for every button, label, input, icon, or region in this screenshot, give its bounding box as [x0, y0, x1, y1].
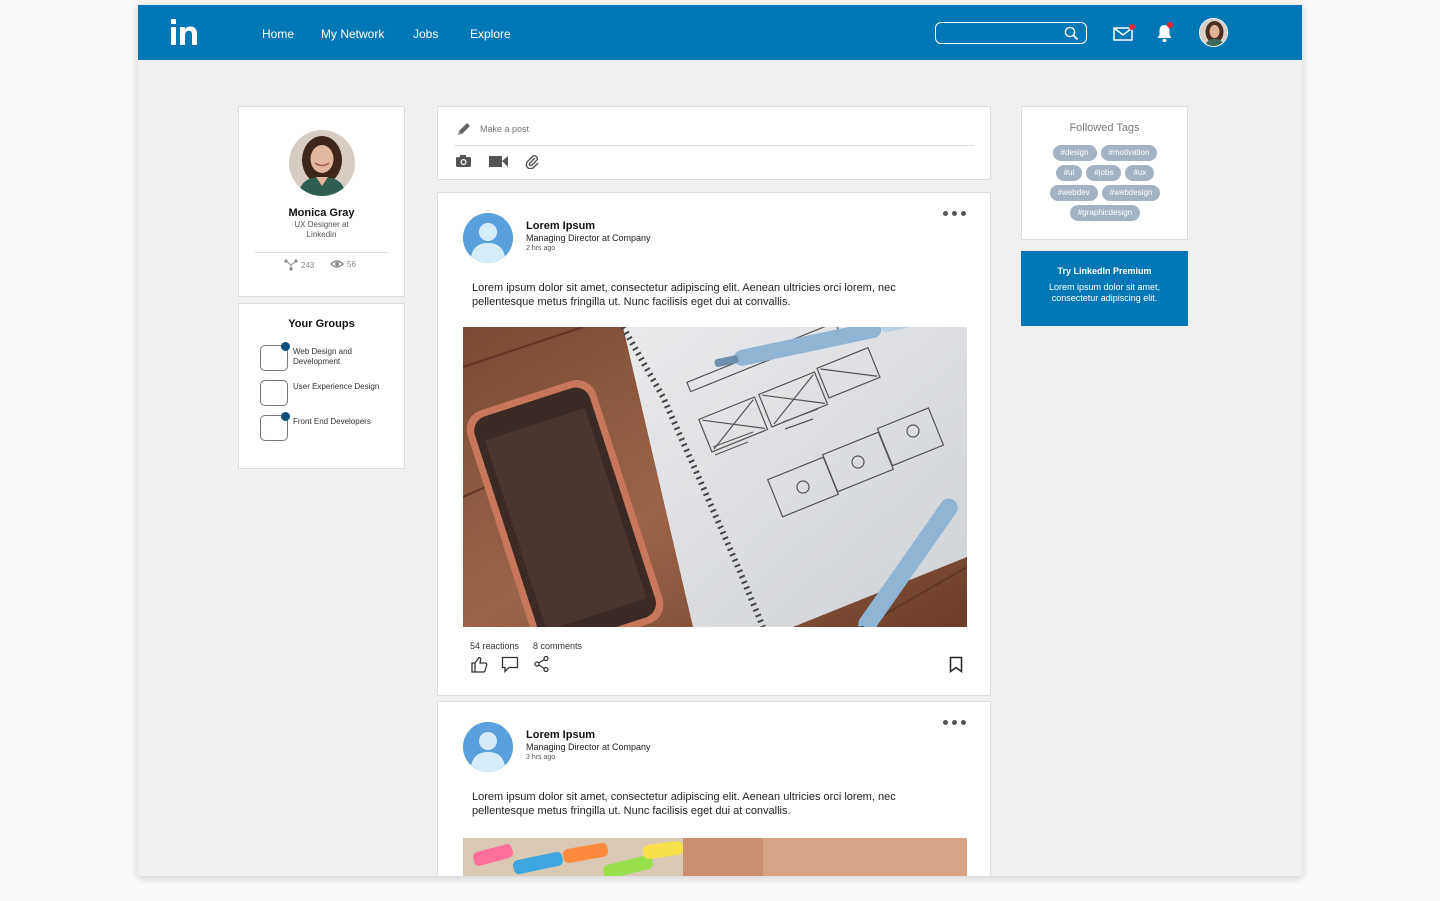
profile-avatar[interactable] [289, 130, 355, 196]
tag-list: #design #motivation #ui #jobs #ux #webde… [1040, 145, 1170, 221]
more-options-icon[interactable] [943, 720, 969, 728]
groups-card: Your Groups Web Design and Development U… [238, 303, 405, 469]
author-name[interactable]: Lorem Ipsum [526, 729, 595, 741]
linkedin-logo[interactable] [169, 16, 199, 48]
profile-role: UX Designer at Linkedin [294, 220, 349, 239]
connections-stat[interactable]: 243 [284, 259, 314, 271]
tag-chip[interactable]: #design [1052, 145, 1097, 161]
tag-chip[interactable]: #webdev [1049, 185, 1098, 201]
more-options-icon[interactable] [943, 211, 969, 219]
premium-text: Lorem ipsum dolor sit amet, consectetur … [1048, 282, 1161, 303]
markers-photo [463, 838, 967, 876]
messages-badge [1129, 24, 1135, 30]
post-time: 2 hrs ago [526, 245, 556, 252]
comments-count[interactable]: 8 comments [533, 641, 582, 651]
make-post-input[interactable]: Make a post [480, 124, 529, 134]
notifications-badge [1167, 22, 1173, 28]
eye-icon [330, 260, 344, 268]
post-body: Lorem ipsum dolor sit amet, consectetur … [472, 791, 896, 817]
premium-title: Try LinkedIn Premium [1057, 266, 1152, 276]
profile-divider [255, 252, 389, 253]
messages-button[interactable] [1113, 24, 1135, 42]
composer-divider [454, 145, 974, 146]
groups-title: Your Groups [288, 318, 355, 330]
feed-post: Lorem Ipsum Managing Director at Company… [437, 701, 991, 876]
notifications-button[interactable] [1156, 22, 1176, 44]
followed-tags-title: Followed Tags [1069, 122, 1140, 134]
top-navigation-bar: Home My Network Jobs Explore [138, 5, 1302, 60]
author-avatar[interactable] [463, 213, 513, 263]
comment-icon[interactable] [501, 656, 519, 673]
post-image[interactable] [463, 327, 967, 627]
camera-icon[interactable] [455, 154, 472, 168]
connections-count: 243 [301, 260, 315, 270]
views-stat[interactable]: 56 [330, 259, 356, 269]
post-time: 3 hrs ago [526, 754, 556, 761]
tag-chip[interactable]: #graphicdesign [1069, 205, 1141, 221]
share-icon[interactable] [534, 656, 549, 672]
profile-name: Monica Gray [288, 207, 355, 219]
tag-chip[interactable]: #jobs [1086, 165, 1122, 181]
like-icon[interactable] [471, 656, 488, 673]
profile-photo [289, 130, 355, 196]
author-title: Managing Director at Company [526, 233, 651, 243]
connections-icon [284, 259, 298, 271]
bookmark-icon[interactable] [949, 656, 963, 673]
followed-tags-card: Followed Tags #design #motivation #ui #j… [1021, 106, 1188, 240]
author-name[interactable]: Lorem Ipsum [526, 220, 595, 232]
post-image[interactable] [463, 838, 967, 876]
pencil-icon [458, 123, 470, 135]
author-avatar[interactable] [463, 722, 513, 772]
tag-chip[interactable]: #ux [1125, 165, 1155, 181]
group-label: Web Design and Development [293, 347, 352, 366]
author-title: Managing Director at Company [526, 742, 651, 752]
unread-dot [281, 412, 290, 421]
tag-chip[interactable]: #motivation [1100, 145, 1158, 161]
app-frame: Home My Network Jobs Explore Monica Gray… [138, 5, 1302, 876]
user-avatar[interactable] [1199, 18, 1228, 47]
views-count: 56 [347, 259, 356, 269]
premium-promo[interactable]: Try LinkedIn Premium Lorem ipsum dolor s… [1021, 251, 1188, 326]
wireframe-sketch-photo [463, 327, 967, 627]
search-box [935, 22, 1087, 44]
nav-my-network[interactable]: My Network [321, 27, 384, 41]
user-placeholder-icon [463, 722, 513, 772]
group-item-user-experience[interactable]: User Experience Design [260, 380, 400, 407]
nav-explore[interactable]: Explore [470, 27, 511, 41]
post-composer: Make a post [437, 106, 991, 180]
reactions-count[interactable]: 54 reactions [470, 641, 519, 651]
video-icon[interactable] [488, 154, 509, 168]
avatar-image [1200, 19, 1227, 46]
user-placeholder-icon [463, 213, 513, 263]
group-label: User Experience Design [293, 382, 380, 391]
profile-card: Monica Gray UX Designer at Linkedin 243 … [238, 106, 405, 297]
search-input[interactable] [944, 26, 1060, 40]
post-body: Lorem ipsum dolor sit amet, consectetur … [472, 282, 896, 308]
nav-home[interactable]: Home [262, 27, 294, 41]
group-thumbnail [260, 380, 288, 406]
unread-dot [281, 342, 290, 351]
group-item-web-design[interactable]: Web Design and Development [260, 342, 400, 372]
group-label: Front End Developers [293, 417, 371, 426]
attachment-icon[interactable] [525, 154, 540, 169]
tag-chip[interactable]: #ui [1055, 165, 1083, 181]
feed-post: Lorem Ipsum Managing Director at Company… [437, 192, 991, 696]
search-icon[interactable] [1064, 26, 1079, 41]
tag-chip[interactable]: #webdesign [1101, 185, 1161, 201]
nav-jobs[interactable]: Jobs [413, 27, 438, 41]
group-item-front-end[interactable]: Front End Developers [260, 412, 400, 442]
